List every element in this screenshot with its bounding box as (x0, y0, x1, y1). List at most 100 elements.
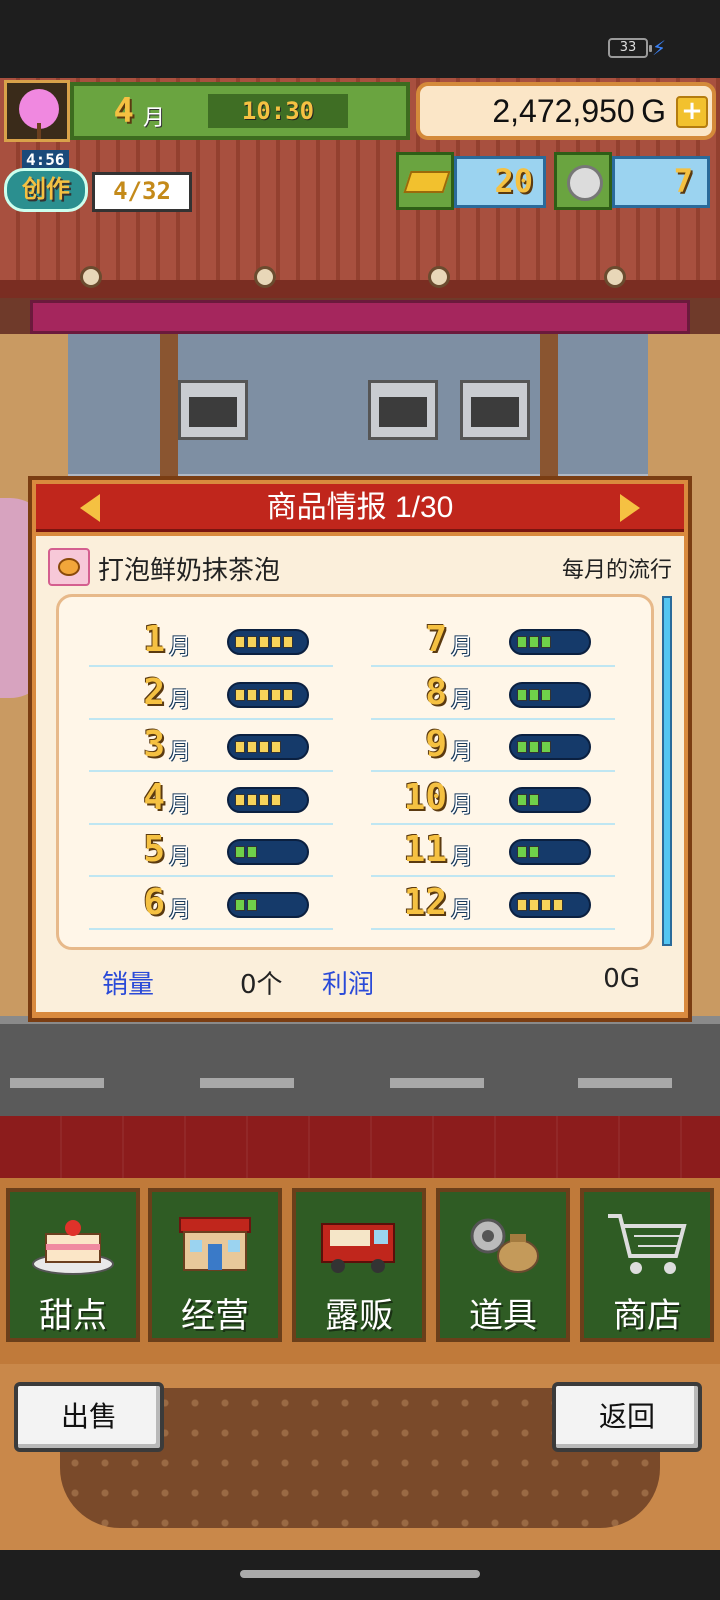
popularity-segment (247, 741, 257, 753)
lamp-icon (254, 266, 276, 288)
month-trend-row: 6月 (89, 878, 333, 930)
sell-button[interactable]: 出售 (14, 1382, 164, 1452)
popularity-segment (529, 793, 539, 806)
popularity-segment (247, 688, 257, 701)
month-number: 8 (425, 671, 447, 713)
month-trend-row: 10 月 (371, 773, 615, 825)
trend-label: 每月的流行 (561, 558, 672, 583)
month-unit: 月 (169, 792, 192, 818)
product-info-dialog: 商品情报 1/30 打泡鲜奶抹茶泡 每月的流行 1月2月3月4月5月6月7月8月… (28, 476, 692, 1022)
month-trend-row: 4月 (89, 773, 333, 825)
gold-bar-icon (396, 152, 454, 210)
popularity-segment (553, 898, 563, 911)
next-arrow-icon[interactable] (620, 494, 640, 522)
popularity-bar (227, 891, 309, 918)
month-number: 5 (143, 829, 165, 870)
popularity-segment (517, 636, 527, 648)
menu-label: 甜点 (39, 1296, 107, 1336)
popularity-segment (235, 846, 245, 858)
token-counter[interactable]: 7 (554, 152, 710, 212)
menu-dessert-button[interactable]: 甜点 (6, 1188, 140, 1342)
sales-label: 销量 (102, 970, 155, 1000)
month-unit: 月 (169, 845, 192, 870)
popularity-segment (247, 793, 257, 806)
popularity-segment (529, 688, 539, 701)
menu-food-truck-button[interactable]: 露贩 (292, 1188, 426, 1342)
month-unit: 月 (169, 687, 192, 713)
tree-avatar-icon[interactable] (4, 80, 70, 142)
month-trend-row: 5月 (89, 825, 333, 877)
popularity-segment (271, 636, 281, 648)
gold-bar-counter[interactable]: 20 (396, 152, 546, 212)
month-trend-row: 7月 (371, 615, 615, 667)
home-indicator[interactable] (240, 1570, 480, 1578)
month-trend-row: 3月 (89, 720, 333, 772)
popularity-segment (517, 793, 527, 806)
date-time-panel: 4 月 10:30 (70, 82, 410, 140)
gold-bar-count: 20 (454, 156, 546, 208)
menu-store-button[interactable]: 商店 (580, 1188, 714, 1342)
main-menu: 甜点 经营 露贩 道具 商店 (0, 1178, 720, 1364)
month-trend-row: 9月 (371, 720, 615, 772)
create-panel[interactable]: 4:56 创作 4/32 (4, 150, 196, 216)
item-name: 打泡鲜奶抹茶泡 (98, 556, 281, 586)
popularity-segment (283, 688, 293, 701)
popularity-segment (259, 688, 269, 701)
month-number: 1 (143, 619, 165, 660)
cake-icon (32, 1220, 114, 1275)
menu-items-button[interactable]: 道具 (436, 1188, 570, 1342)
menu-label: 道具 (469, 1296, 537, 1336)
dialog-title: 商品情报 1/30 (266, 491, 454, 524)
popularity-segment (541, 636, 551, 648)
month-trend-row: 11 月 (371, 825, 615, 877)
month-number: 11 (403, 829, 447, 870)
menu-label: 经营 (181, 1296, 249, 1336)
month-number: 2 (143, 671, 165, 713)
popularity-segment (541, 741, 551, 753)
create-label: 创作 (4, 168, 88, 212)
token-count: 7 (612, 156, 710, 208)
popularity-segment (271, 741, 281, 753)
bottom-bar: 出售 返回 (0, 1364, 720, 1550)
popularity-bar (227, 839, 309, 865)
popularity-bar (509, 681, 591, 708)
back-button[interactable]: 返回 (552, 1382, 702, 1452)
popularity-bar (509, 891, 591, 918)
month-unit: 月 (169, 740, 192, 765)
month-unit: 月 (451, 792, 474, 818)
month-number: 6 (143, 881, 165, 923)
popularity-segment (517, 846, 527, 858)
red-banner (0, 1116, 720, 1178)
month-number: 10 (403, 776, 447, 818)
menu-business-button[interactable]: 经营 (148, 1188, 282, 1342)
battery-icon: 33 (608, 38, 652, 58)
profit-value: 0G (603, 964, 640, 994)
popularity-segment (541, 688, 551, 701)
month-unit: 月 (451, 740, 474, 765)
month-unit: 月 (169, 897, 192, 923)
dialog-body: 打泡鲜奶抹茶泡 每月的流行 1 月 2 月 3 月 4 月 5 月 6 月 7 月 8 月 9 月 10 月 11 月 12… (36, 536, 684, 1012)
popularity-bar (509, 629, 591, 655)
month-unit: 月 (451, 687, 474, 713)
popularity-segment (247, 898, 257, 911)
popularity-segment (235, 688, 245, 701)
popularity-segment (529, 846, 539, 858)
month-unit: 月 (451, 845, 474, 870)
prev-arrow-icon[interactable] (80, 494, 100, 522)
create-timer: 4:56 (22, 150, 69, 169)
add-money-button[interactable]: + (676, 96, 708, 128)
popularity-segment (259, 793, 269, 806)
popularity-segment (271, 688, 281, 701)
popularity-segment (529, 636, 539, 648)
popularity-segment (235, 741, 245, 753)
month-number: 12 (403, 881, 447, 923)
month-trend-row: 1月 (89, 615, 333, 667)
popularity-segment (247, 846, 257, 858)
month-trend-row: 8月 (371, 668, 615, 720)
scrollbar[interactable] (662, 596, 672, 946)
shop-kitchen (68, 334, 648, 474)
month-unit: 月 (451, 635, 474, 660)
road (0, 1016, 720, 1116)
popularity-segment (259, 636, 269, 648)
popularity-segment (517, 741, 527, 753)
